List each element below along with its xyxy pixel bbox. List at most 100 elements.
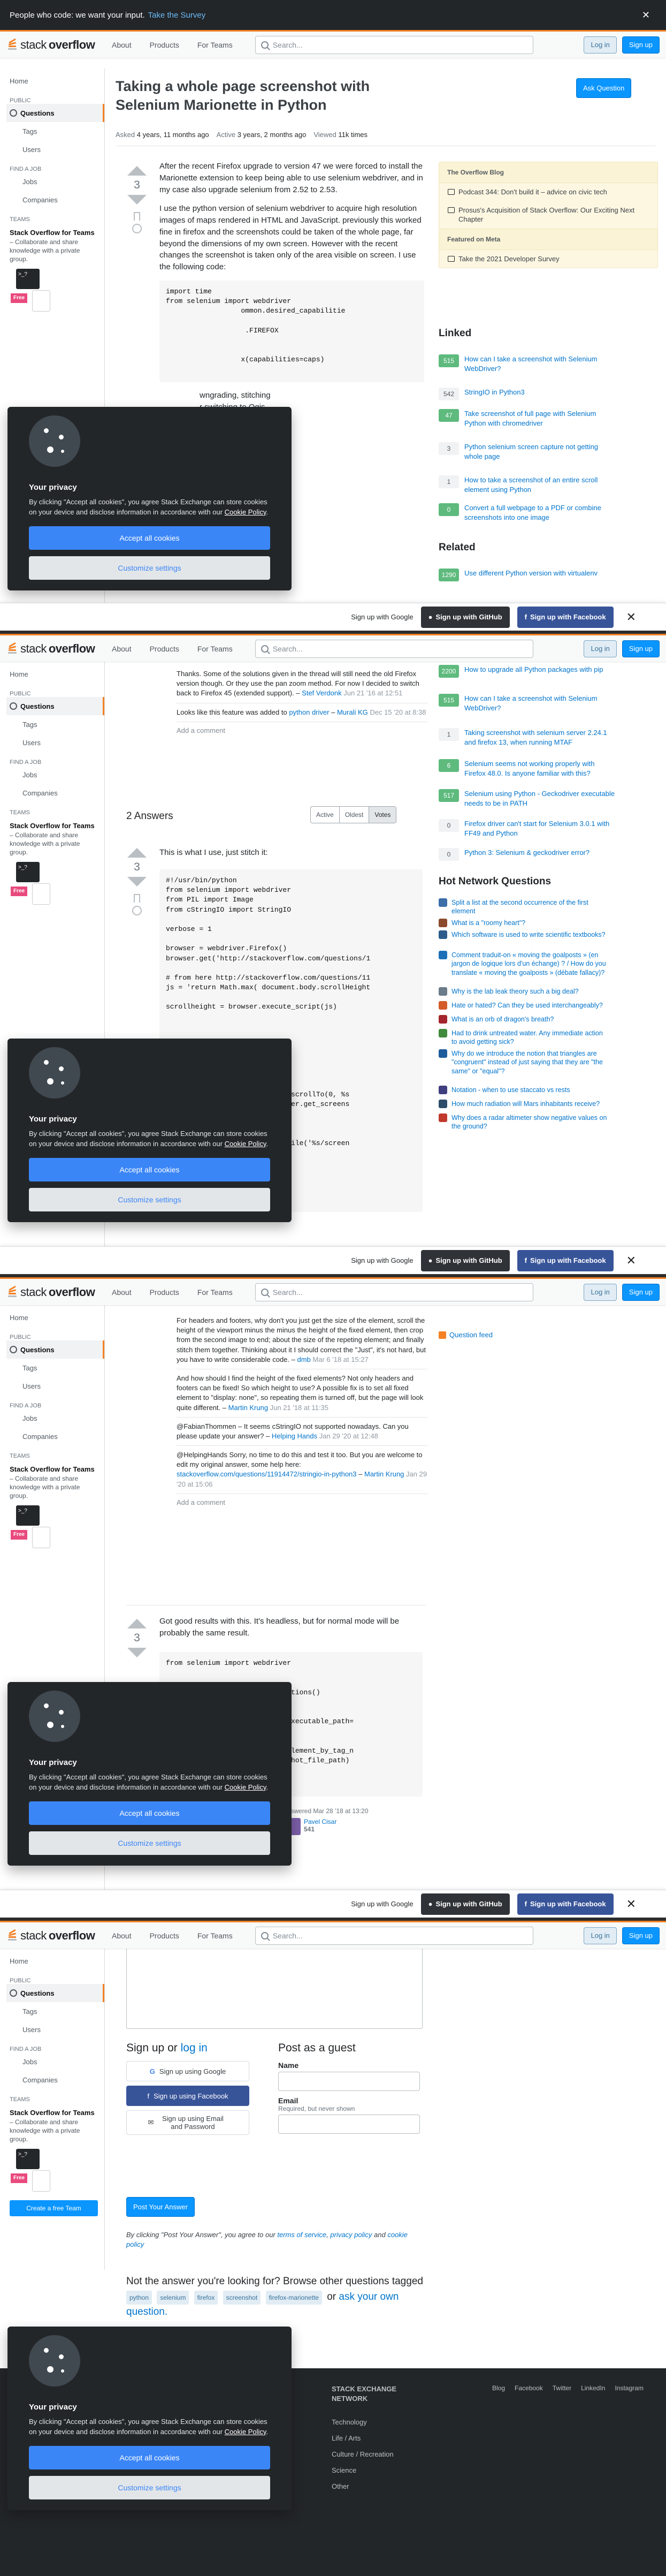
add-comment-link[interactable]: Add a comment [177,1494,428,1511]
nav-tags[interactable]: Tags [6,1359,104,1377]
hot-question[interactable]: What is a "roomy heart"? [439,919,610,927]
nav-home[interactable]: Home [6,665,104,683]
downvote-icon[interactable] [127,1648,147,1657]
linked-item[interactable]: 542 StringIO in Python3 [439,388,615,400]
nav-users[interactable]: Users [6,1377,104,1395]
nav-for-teams[interactable]: For Teams [191,641,239,656]
comment-user[interactable]: Martin Krung [228,1404,268,1412]
hot-question[interactable]: Why does a radar altimeter show negative… [439,1113,610,1131]
create-team-button[interactable]: Create a free Team [10,2200,98,2217]
ask-question-button[interactable]: Ask Question [576,78,632,98]
search-input[interactable]: Search... [255,1926,533,1945]
customize-settings-button[interactable]: Customize settings [29,2475,270,2499]
downvote-icon[interactable] [127,877,147,887]
signup-github-button[interactable]: ● Sign up with GitHub [420,1249,510,1271]
instagram-link[interactable]: Instagram [615,2384,643,2392]
nav-about[interactable]: About [105,1928,138,1943]
downvote-icon[interactable] [127,195,147,204]
tag-python[interactable]: python [126,2290,152,2305]
nav-home[interactable]: Home [6,1308,104,1327]
tag-screenshot[interactable]: screenshot [223,2290,261,2305]
nav-companies[interactable]: Companies [6,784,104,802]
signup-google-button[interactable]: Sign up with Google [351,1900,413,1908]
nav-tags[interactable]: Tags [6,715,104,733]
hot-question[interactable]: Why is the lab leak theory such a big de… [439,987,610,996]
related-item[interactable]: 515 How can I take a screenshot with Sele… [439,694,615,713]
hot-question[interactable]: Had to drink untreated water. Any immedi… [439,1029,610,1047]
hot-question[interactable]: Split a list at the second occurrence of… [439,898,610,916]
sort-active[interactable]: Active [311,807,340,823]
logo[interactable]: stack overflow [6,38,100,52]
logo[interactable]: stack overflow [6,1929,100,1943]
signup-email-button[interactable]: ✉ Sign up using Email and Password [126,2110,249,2135]
privacy-link[interactable]: privacy policy [330,2231,372,2239]
cookie-policy-link[interactable]: Cookie Policy [225,1140,266,1148]
accept-cookies-button[interactable]: Accept all cookies [29,1157,270,1181]
hot-question[interactable]: Notation - when to use staccato vs rests [439,1086,610,1094]
survey-link[interactable]: Take the Survey [148,11,206,20]
nav-questions[interactable]: Questions [6,1340,104,1359]
accept-cookies-button[interactable]: Accept all cookies [29,2445,270,2469]
footer-item[interactable]: Life / Arts [332,2430,394,2446]
nav-products[interactable]: Products [143,641,186,656]
comment-user[interactable]: Martin Krung [364,1470,404,1478]
nav-users[interactable]: Users [6,140,104,158]
nav-jobs[interactable]: Jobs [6,172,104,191]
signup-github-button[interactable]: ● Sign up with GitHub [420,1893,510,1915]
linked-item[interactable]: 1 How to take a screenshot of an entire s… [439,475,615,494]
nav-for-teams[interactable]: For Teams [191,37,239,52]
question-title[interactable]: Taking a whole page screenshot with Sele… [116,77,437,115]
customize-settings-button[interactable]: Customize settings [29,1831,270,1855]
comment-user[interactable]: Helping Hands [272,1432,317,1440]
signup-button[interactable]: Sign up [622,1927,660,1944]
nav-questions[interactable]: Questions [6,697,104,715]
stringio-link[interactable]: stackoverflow.com/questions/11914472/str… [177,1470,357,1478]
nav-about[interactable]: About [105,1285,138,1300]
close-icon[interactable]: ✕ [626,1254,636,1268]
nav-users[interactable]: Users [6,733,104,752]
footer-item[interactable]: Technology [332,2414,394,2430]
nav-home[interactable]: Home [6,1952,104,1970]
signup-google-button[interactable]: Sign up with Google [351,613,413,621]
signup-google-button[interactable]: Sign up with Google [351,1256,413,1264]
nav-companies[interactable]: Companies [6,2071,104,2089]
signup-github-button[interactable]: ● Sign up with GitHub [420,606,510,628]
hot-question[interactable]: Why do we introduce the notion that tria… [439,1049,610,1075]
comment-user[interactable]: Stef Verdonk [302,689,341,697]
terms-link[interactable]: terms of service [277,2231,326,2239]
hot-question[interactable]: What is an orb of dragon's breath? [439,1015,610,1024]
related-item[interactable]: 0 Python 3: Selenium & geckodriver error? [439,848,615,861]
hot-question[interactable]: Hate or hated? Can they be used intercha… [439,1001,610,1010]
related-item[interactable]: 6 Selenium seems not working properly wit… [439,759,615,778]
email-field[interactable] [278,2115,420,2134]
add-comment-link[interactable]: Add a comment [177,722,428,739]
signup-facebook-button[interactable]: f Sign up with Facebook [517,606,614,628]
hot-question[interactable]: How much radiation will Mars inhabitants… [439,1100,610,1108]
nav-home[interactable]: Home [6,72,104,90]
linked-item[interactable]: 3 Python selenium screen capture not gett… [439,442,615,461]
history-icon[interactable] [132,224,142,233]
tag-firefox[interactable]: firefox [194,2290,218,2305]
name-field[interactable] [278,2072,420,2091]
upvote-icon[interactable] [127,166,147,176]
comment-user[interactable]: dmb [297,1355,310,1363]
upvote-icon[interactable] [127,1619,147,1628]
footer-item[interactable]: Culture / Recreation [332,2446,394,2463]
question-feed-link[interactable]: Question feed [439,1331,493,1339]
nav-tags[interactable]: Tags [6,2002,104,2020]
nav-users[interactable]: Users [6,2020,104,2039]
upvote-icon[interactable] [127,848,147,858]
signup-facebook-button[interactable]: f Sign up using Facebook [126,2086,249,2106]
nav-products[interactable]: Products [143,1285,186,1300]
signup-button[interactable]: Sign up [622,640,660,657]
comment-user[interactable]: Murali KG [337,708,368,716]
blog-item[interactable]: Prosus's Acquisition of Stack Overflow: … [439,201,657,229]
nav-about[interactable]: About [105,641,138,656]
logo[interactable]: stack overflow [6,1285,100,1299]
related-item[interactable]: 0 Firefox driver can't start for Selenium… [439,819,615,838]
cookie-policy-link[interactable]: Cookie Policy [225,1783,266,1791]
linked-item[interactable]: 515 How can I take a screenshot with Sele… [439,354,615,373]
meta-item[interactable]: Take the 2021 Developer Survey [439,250,657,268]
search-input[interactable]: Search... [255,35,533,54]
hot-question[interactable]: Which software is used to write scientif… [439,930,610,939]
